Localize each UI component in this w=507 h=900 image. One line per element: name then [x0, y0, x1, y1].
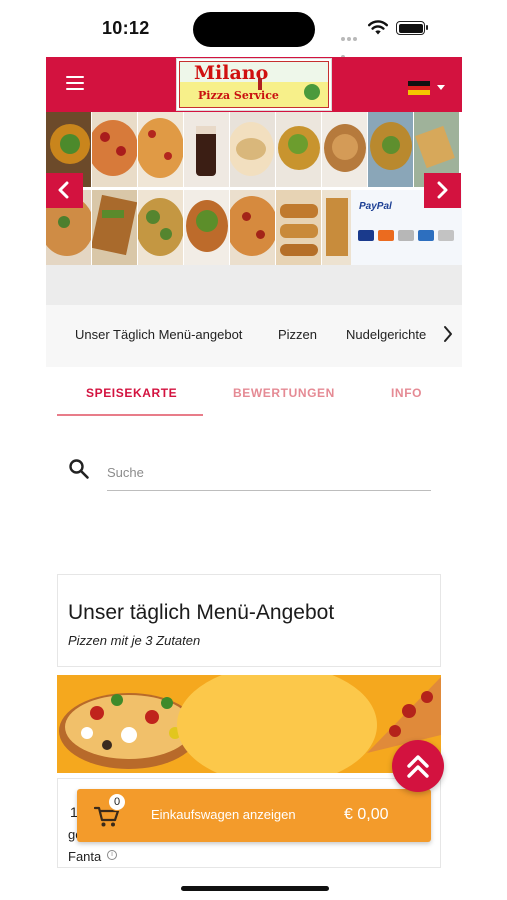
- gallery-image: [138, 112, 183, 187]
- paypal-logo: PayPal: [359, 201, 392, 212]
- double-chevron-up-icon: [407, 755, 429, 778]
- dynamic-island: [193, 12, 315, 47]
- gallery-image: [276, 190, 321, 265]
- gallery-footer: [46, 265, 462, 305]
- tab-info[interactable]: INFO: [391, 386, 422, 400]
- gallery-image: [276, 112, 321, 187]
- category-tab[interactable]: Nudelgerichte F: [346, 327, 438, 342]
- gallery-image: [230, 112, 275, 187]
- chevron-left-icon: [58, 181, 69, 199]
- cart-total: € 0,00: [344, 806, 389, 823]
- gallery-image: [92, 190, 137, 265]
- gallery-image: [322, 190, 351, 265]
- chevron-down-icon[interactable]: [437, 85, 445, 90]
- wifi-icon: [368, 20, 388, 35]
- section-title: Unser täglich Menü-Angebot: [68, 601, 335, 624]
- category-bar: Unser Täglich Menü-angebot Pizzen Nudelg…: [46, 305, 462, 367]
- scroll-top-button[interactable]: [392, 740, 444, 792]
- gallery-image: [322, 112, 367, 187]
- section-subtitle: Pizzen mit je 3 Zutaten: [68, 633, 201, 648]
- section-banner-image: [57, 675, 441, 773]
- item-option: Fanta: [68, 849, 102, 864]
- active-tab-indicator: [57, 414, 203, 416]
- cart-label: Einkaufswagen anzeigen: [151, 807, 296, 822]
- menu-section-header: Unser täglich Menü-Angebot Pizzen mit je…: [57, 574, 441, 667]
- chevron-right-icon: [437, 181, 448, 199]
- chevron-right-icon[interactable]: [442, 324, 454, 344]
- logo-subtitle: Pizza Service: [198, 89, 279, 102]
- info-icon[interactable]: i: [107, 850, 117, 860]
- restaurant-logo[interactable]: Milano Pizza Service: [176, 58, 332, 111]
- gallery-prev-button[interactable]: [46, 173, 83, 208]
- tab-speisekarte[interactable]: SPEISEKARTE: [86, 386, 177, 400]
- tab-bewertungen[interactable]: BEWERTUNGEN: [233, 386, 335, 400]
- status-bar: 10:12: [0, 0, 507, 59]
- search-input[interactable]: [107, 458, 431, 491]
- gallery-image: [138, 190, 183, 265]
- category-tab[interactable]: Pizzen: [278, 327, 317, 342]
- view-cart-button[interactable]: 0 Einkaufswagen anzeigen € 0,00: [77, 789, 431, 842]
- home-indicator: [181, 886, 329, 891]
- germany-flag-icon[interactable]: [408, 81, 430, 96]
- chef-mascot-icon: [304, 84, 320, 100]
- gallery-image: [184, 112, 229, 187]
- gallery-image: [230, 190, 275, 265]
- hamburger-icon[interactable]: [66, 76, 84, 90]
- status-time: 10:12: [102, 18, 150, 38]
- category-tab[interactable]: Unser Täglich Menü-angebot: [75, 327, 242, 342]
- cart-count-badge: 0: [108, 793, 126, 811]
- search-icon: [69, 459, 89, 479]
- signal-icon: [341, 28, 363, 59]
- main-tabs: SPEISEKARTE BEWERTUNGEN INFO: [46, 370, 462, 416]
- app-header: Milano Pizza Service: [46, 57, 462, 112]
- gallery-next-button[interactable]: [424, 173, 461, 208]
- battery-icon: [396, 21, 428, 35]
- gallery-image: [184, 190, 229, 265]
- gallery-image: [92, 112, 137, 187]
- food-gallery: PayPal: [46, 112, 462, 265]
- gallery-image: [368, 112, 413, 187]
